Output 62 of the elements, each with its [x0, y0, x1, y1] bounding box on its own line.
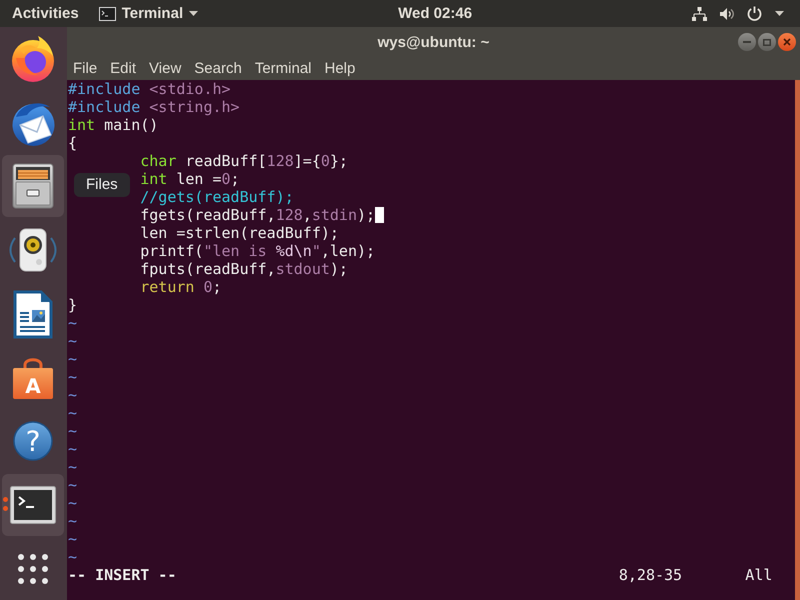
empty-line-tilde: ~ — [68, 458, 78, 476]
close-button[interactable] — [778, 33, 796, 51]
window-title: wys@ubuntu: ~ — [378, 34, 490, 50]
code-line: int main() — [68, 116, 158, 134]
minimize-button[interactable] — [738, 33, 756, 51]
code-line: printf("len is %d\n",len); — [140, 242, 376, 260]
terminal-icon — [98, 6, 116, 20]
code-line: } — [68, 296, 78, 314]
empty-line-tilde: ~ — [68, 476, 78, 494]
menu-item[interactable]: File — [73, 61, 98, 76]
empty-line-tilde: ~ — [68, 404, 78, 422]
menu-item[interactable]: Edit — [110, 61, 136, 76]
cursor-position: 8,28-35 — [618, 566, 682, 584]
code-line: fputs(readBuff,stdout); — [140, 260, 348, 278]
speaker-icon[interactable] — [9, 228, 57, 272]
app-menu[interactable]: Terminal — [98, 6, 198, 21]
empty-line-tilde: ~ — [68, 440, 78, 458]
close-icon — [783, 38, 791, 46]
menu-item[interactable]: Help — [324, 61, 356, 76]
code-line: return 0; — [140, 278, 222, 296]
empty-line-tilde: ~ — [68, 494, 78, 512]
activities-button[interactable]: Activities — [12, 6, 79, 21]
dock-item[interactable] — [2, 474, 64, 536]
network-icon — [692, 6, 707, 20]
empty-line-tilde: ~ — [68, 530, 78, 548]
clock[interactable]: Wed 02:46 — [398, 6, 472, 21]
code-line: len =strlen(readBuff); — [140, 224, 339, 242]
empty-line-tilde: ~ — [68, 332, 78, 350]
code-line: fgets(readBuff,128,stdin); — [140, 206, 376, 224]
power-icon — [747, 6, 762, 21]
mode-indicator: -- INSERT -- — [68, 566, 176, 584]
minimize-icon — [743, 41, 751, 43]
code-line: //gets(readBuff); — [140, 188, 294, 206]
code-line: #include <string.h> — [68, 98, 240, 116]
menu-item[interactable]: Search — [194, 61, 242, 76]
file-cabinet-icon — [12, 163, 54, 210]
scroll-indicator: All — [745, 566, 772, 584]
caret-icon — [189, 11, 198, 16]
code-line: #include <stdio.h> — [68, 80, 231, 98]
menu-item[interactable]: View — [149, 61, 182, 76]
empty-line-tilde: ~ — [68, 422, 78, 440]
menu-item[interactable]: Terminal — [254, 61, 312, 76]
fox-globe-icon[interactable] — [10, 36, 56, 82]
empty-line-tilde: ~ — [68, 314, 78, 332]
grid-dots-icon[interactable] — [18, 554, 48, 584]
volume-icon — [720, 8, 734, 20]
terminal-prompt-icon — [10, 486, 56, 524]
system-menu[interactable] — [692, 6, 784, 21]
empty-line-tilde: ~ — [68, 512, 78, 530]
document-icon[interactable] — [13, 290, 53, 339]
code-line: { — [68, 134, 78, 152]
empty-line-tilde: ~ — [68, 368, 78, 386]
empty-line-tilde: ~ — [68, 386, 78, 404]
code-line: int len =0; — [140, 170, 240, 188]
maximize-button[interactable] — [758, 33, 776, 51]
empty-line-tilde: ~ — [68, 548, 78, 566]
code-line: char readBuff[128]={0}; — [140, 152, 348, 170]
tooltip: Files — [74, 173, 130, 198]
maximize-icon — [763, 38, 771, 46]
dock-item[interactable] — [2, 155, 64, 218]
caret-icon — [775, 11, 784, 16]
empty-line-tilde: ~ — [68, 350, 78, 368]
